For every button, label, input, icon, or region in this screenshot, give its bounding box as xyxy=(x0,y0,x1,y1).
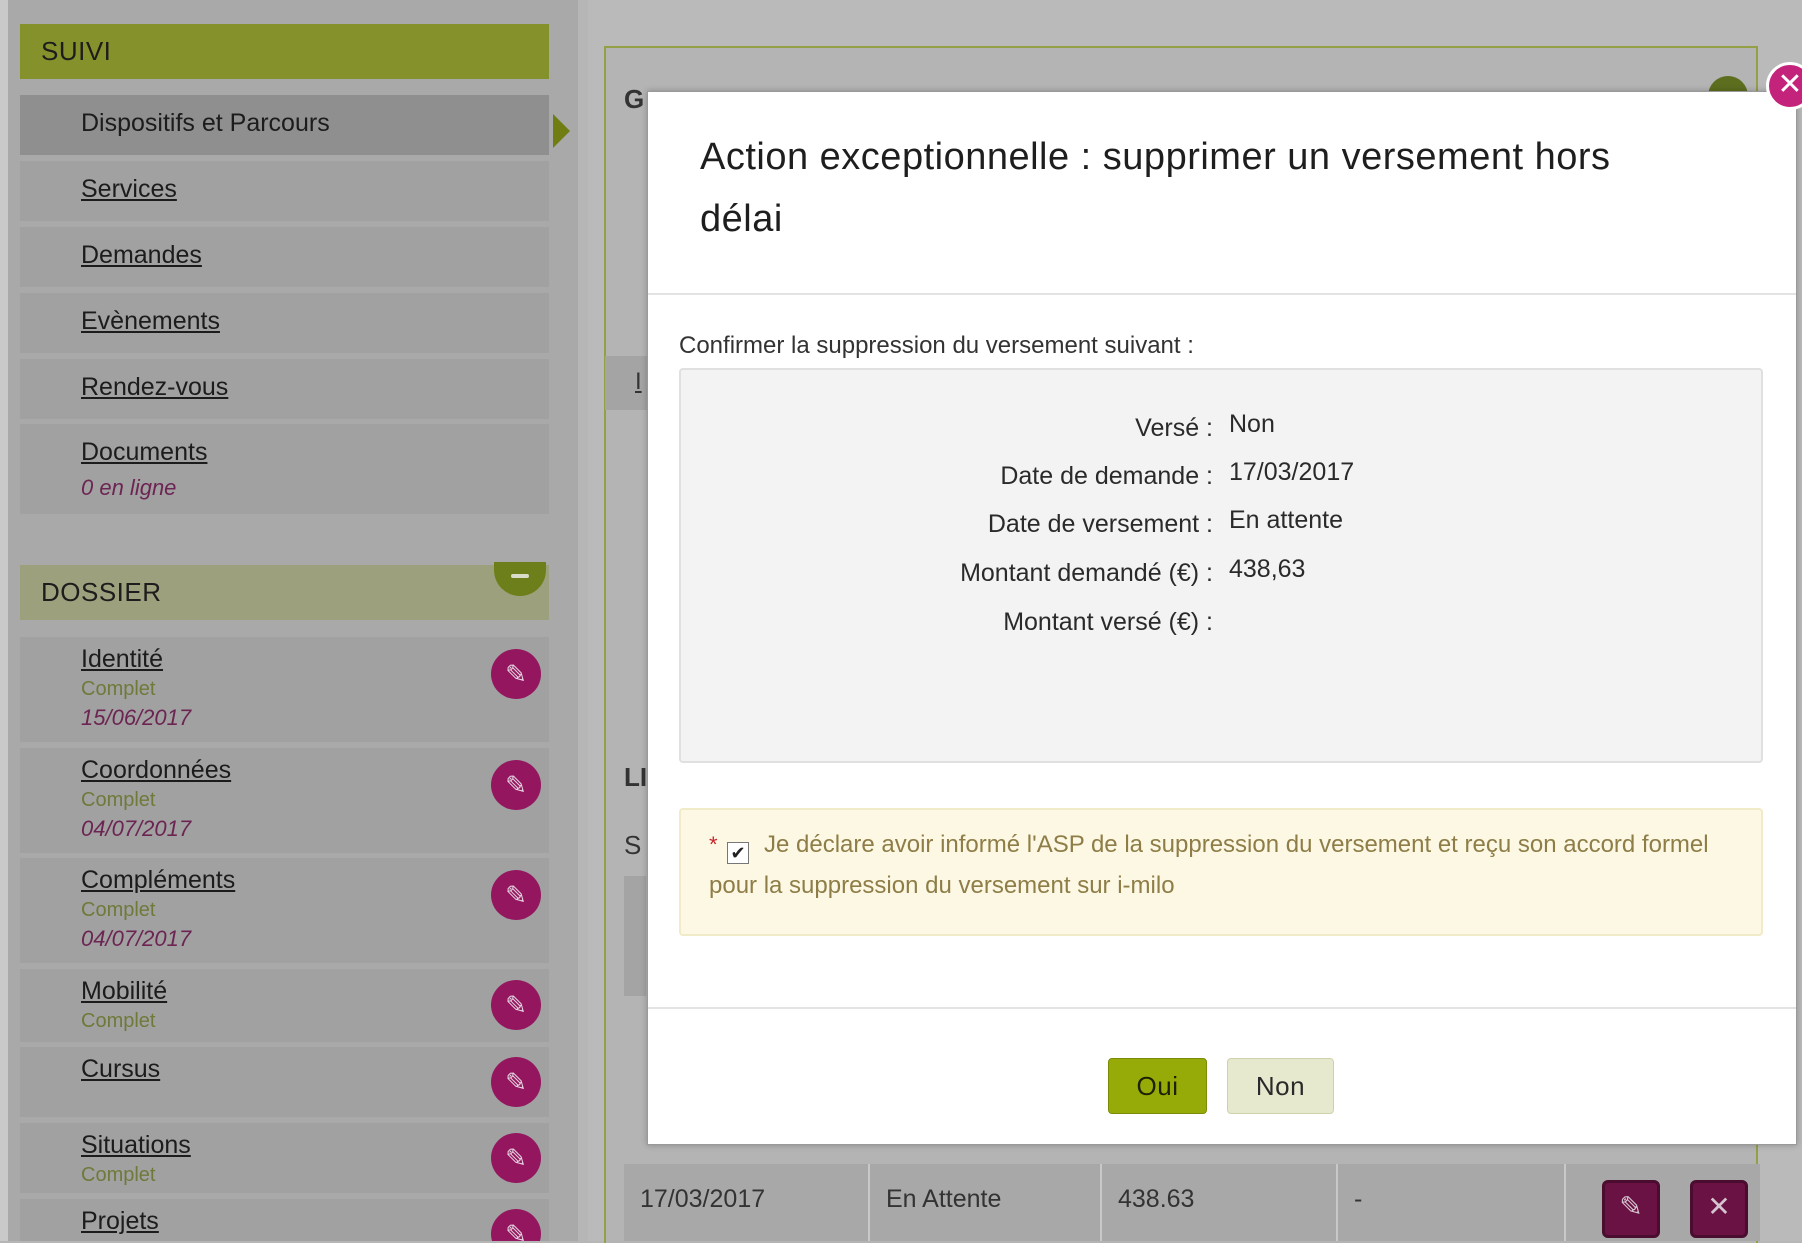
declaration-box: * Je déclare avoir informé l'ASP de la s… xyxy=(679,808,1763,936)
collapse-dossier-button[interactable] xyxy=(494,562,546,596)
detail-key: Versé : xyxy=(1135,414,1213,442)
modal-header-divider xyxy=(648,293,1796,295)
table-cell-actions: ✎ ✕ xyxy=(1564,1164,1760,1241)
dossier-item-label[interactable]: Identité xyxy=(81,637,549,674)
dossier-item-label[interactable]: Situations xyxy=(81,1123,549,1160)
dossier-item-status: Complet xyxy=(81,1164,156,1186)
detail-value: Non xyxy=(1229,410,1275,438)
dossier-item-mobilite[interactable]: Mobilité Complet ✎ xyxy=(20,969,549,1042)
detail-key: Montant demandé (€) : xyxy=(960,559,1213,587)
dossier-item-identite[interactable]: Identité Complet 15/06/2017 ✎ xyxy=(20,637,549,742)
sidebar: SUIVI Dispositifs et Parcours Services D… xyxy=(0,0,578,1241)
sidebar-item-rendez-vous[interactable]: Rendez-vous xyxy=(20,359,549,419)
table-cell-status: En Attente xyxy=(868,1164,1100,1241)
detail-row-date-versement: Date de versement : En attente xyxy=(681,506,1761,550)
dossier-item-status: Complet xyxy=(81,1010,156,1032)
close-icon: ✕ xyxy=(1777,68,1802,101)
sidebar-item-label[interactable]: Demandes xyxy=(81,227,549,270)
edit-mobilite-button[interactable]: ✎ xyxy=(491,980,541,1030)
confirm-no-button[interactable]: Non xyxy=(1227,1058,1334,1114)
sidebar-item-demandes[interactable]: Demandes xyxy=(20,227,549,287)
check-icon: ✔ xyxy=(730,843,746,863)
dossier-item-cursus[interactable]: Cursus ✎ xyxy=(20,1047,549,1117)
detail-key: Montant versé (€) : xyxy=(1003,608,1213,636)
dossier-item-date: 04/07/2017 xyxy=(81,926,192,951)
detail-value: 17/03/2017 xyxy=(1229,458,1355,486)
dossier-item-status: Complet xyxy=(81,678,156,700)
section-sub-fragment: S xyxy=(624,830,642,860)
dossier-item-situations[interactable]: Situations Complet ✎ xyxy=(20,1123,549,1193)
sidebar-edge xyxy=(0,0,8,1241)
detail-row-montant-demande: Montant demandé (€) : 438,63 xyxy=(681,555,1761,599)
pencil-icon: ✎ xyxy=(505,770,527,800)
sidebar-item-documents[interactable]: Documents 0 en ligne xyxy=(20,424,549,514)
dossier-item-label[interactable]: Mobilité xyxy=(81,969,549,1006)
dossier-item-label[interactable]: Compléments xyxy=(81,858,549,895)
detail-value: 438,63 xyxy=(1229,555,1306,583)
detail-row-date-demande: Date de demande : 17/03/2017 xyxy=(681,458,1761,502)
table-row: 17/03/2017 En Attente 438.63 - ✎ ✕ xyxy=(624,1164,1760,1241)
sidebar-item-label[interactable]: Evènements xyxy=(81,293,549,336)
dossier-item-date: 04/07/2017 xyxy=(81,816,192,841)
declaration-text: Je déclare avoir informé l'ASP de la sup… xyxy=(709,831,1709,899)
confirm-text: Confirmer la suppression du versement su… xyxy=(679,332,1194,359)
modal-title: Action exceptionnelle : supprimer un ver… xyxy=(700,136,1611,240)
table-cell-paid: - xyxy=(1336,1164,1564,1241)
row-edit-button[interactable]: ✎ xyxy=(1602,1180,1660,1238)
payment-details-box: Versé : Non Date de demande : 17/03/2017… xyxy=(679,368,1763,763)
sidebar-item-dispositifs[interactable]: Dispositifs et Parcours xyxy=(20,95,549,155)
dossier-item-status: Complet xyxy=(81,789,156,811)
detail-key: Date de demande : xyxy=(1000,462,1213,490)
declaration-checkbox[interactable]: ✔ xyxy=(727,842,749,864)
sidebar-item-label[interactable]: Rendez-vous xyxy=(81,359,549,402)
sidebar-item-services[interactable]: Services xyxy=(20,161,549,221)
edit-complements-button[interactable]: ✎ xyxy=(491,870,541,920)
edit-identite-button[interactable]: ✎ xyxy=(491,649,541,699)
detail-row-montant-verse: Montant versé (€) : xyxy=(681,608,1761,648)
table-cell-amount: 438.63 xyxy=(1100,1164,1336,1241)
sidebar-item-label: Dispositifs et Parcours xyxy=(81,109,330,137)
dossier-item-projets[interactable]: Projets ✎ xyxy=(20,1199,549,1241)
background-strip xyxy=(624,876,646,996)
detail-key: Date de versement : xyxy=(987,510,1213,538)
edit-situations-button[interactable]: ✎ xyxy=(491,1133,541,1183)
dossier-item-date: 15/06/2017 xyxy=(81,705,192,730)
table-cell-date: 17/03/2017 xyxy=(640,1185,766,1213)
modal-footer-divider xyxy=(648,1007,1796,1009)
dossier-item-complements[interactable]: Compléments Complet 04/07/2017 ✎ xyxy=(20,858,549,963)
dossier-section-title: DOSSIER xyxy=(41,577,162,607)
dossier-section-header: DOSSIER xyxy=(20,562,549,620)
pencil-icon: ✎ xyxy=(1619,1191,1643,1222)
sidebar-item-label[interactable]: Services xyxy=(81,161,549,204)
background-tab: I xyxy=(605,356,649,410)
detail-value: En attente xyxy=(1229,506,1343,534)
delete-payment-modal: Action exceptionnelle : supprimer un ver… xyxy=(647,91,1797,1145)
confirm-yes-button[interactable]: Oui xyxy=(1108,1058,1207,1114)
sidebar-item-evenements[interactable]: Evènements xyxy=(20,293,549,353)
edit-coordonnees-button[interactable]: ✎ xyxy=(491,760,541,810)
dossier-item-status: Complet xyxy=(81,899,156,921)
pencil-icon: ✎ xyxy=(505,990,527,1020)
delete-icon: ✕ xyxy=(1707,1191,1731,1222)
dossier-item-label[interactable]: Projets xyxy=(81,1199,549,1236)
suivi-section-header: SUIVI xyxy=(20,24,549,79)
detail-row-verse: Versé : Non xyxy=(681,410,1761,454)
dossier-item-label[interactable]: Coordonnées xyxy=(81,748,549,785)
panel-title-fragment: G xyxy=(624,84,645,114)
pencil-icon: ✎ xyxy=(505,1219,527,1241)
section-title-fragment: LI xyxy=(624,762,648,792)
active-indicator-arrow xyxy=(553,114,570,148)
pencil-icon: ✎ xyxy=(505,659,527,689)
dossier-item-label[interactable]: Cursus xyxy=(81,1047,549,1084)
pencil-icon: ✎ xyxy=(505,1143,527,1173)
pencil-icon: ✎ xyxy=(505,1067,527,1097)
pencil-icon: ✎ xyxy=(505,880,527,910)
row-delete-button[interactable]: ✕ xyxy=(1690,1180,1748,1238)
background-tab-label: I xyxy=(635,368,642,395)
documents-online-count: 0 en ligne xyxy=(81,475,177,500)
dossier-item-coordonnees[interactable]: Coordonnées Complet 04/07/2017 ✎ xyxy=(20,748,549,853)
edit-cursus-button[interactable]: ✎ xyxy=(491,1057,541,1107)
sidebar-item-label[interactable]: Documents xyxy=(81,424,549,467)
